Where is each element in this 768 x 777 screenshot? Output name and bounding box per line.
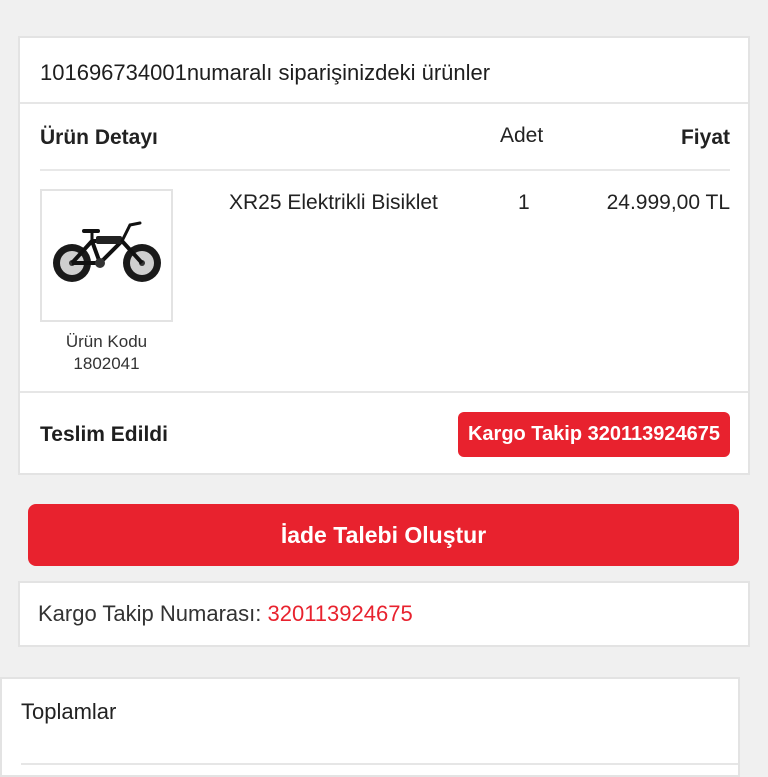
order-title: 101696734001numaralı siparişinizdeki ürü…	[40, 60, 491, 85]
product-quantity: 1	[518, 191, 530, 214]
product-thumbnail[interactable]	[40, 189, 173, 322]
column-header-detail: Ürün Detayı	[40, 126, 158, 149]
tracking-number-card: Kargo Takip Numarası: 320113924675	[18, 581, 750, 647]
divider	[40, 169, 730, 171]
electric-bicycle-image	[53, 221, 161, 282]
create-return-request-button[interactable]: İade Talebi Oluştur	[28, 504, 739, 566]
divider	[20, 102, 748, 104]
tracking-number-link[interactable]: 320113924675	[268, 601, 413, 626]
totals-title: Toplamlar	[21, 699, 117, 724]
product-code: 1802041	[73, 354, 140, 373]
divider	[20, 391, 748, 393]
product-price: 24.999,00 TL	[606, 191, 730, 214]
product-code-label: Ürün Kodu	[65, 332, 148, 351]
tracking-number-label: Kargo Takip Numarası:	[38, 601, 262, 626]
order-items-card: 101696734001numaralı siparişinizdeki ürü…	[18, 36, 750, 475]
cargo-tracking-button[interactable]: Kargo Takip 320113924675	[457, 412, 730, 457]
totals-card: Toplamlar	[0, 677, 740, 777]
divider	[21, 763, 738, 765]
column-header-quantity: Adet	[500, 124, 544, 147]
delivery-status: Teslim Edildi	[40, 423, 168, 446]
column-header-price: Fiyat	[680, 126, 730, 149]
tracking-number-row: Kargo Takip Numarası: 320113924675	[38, 601, 413, 627]
product-name[interactable]: XR25 Elektrikli Bisiklet	[229, 191, 438, 215]
